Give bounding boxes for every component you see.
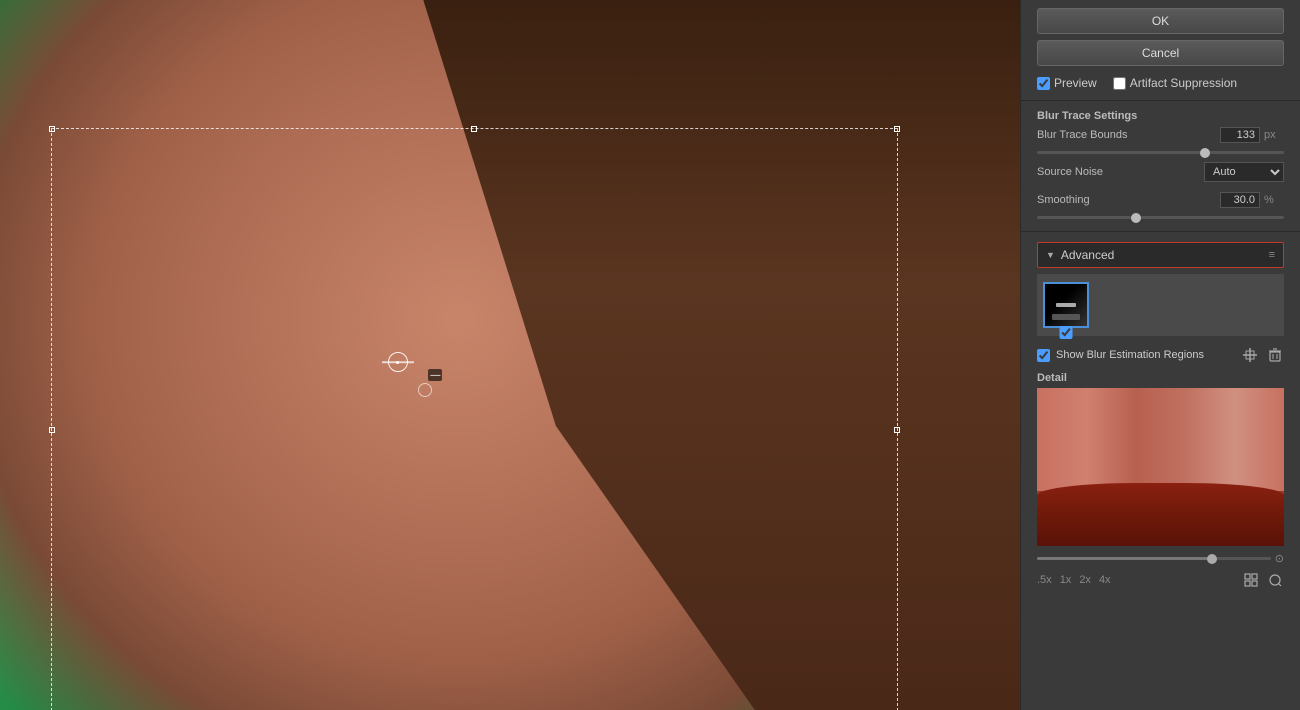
smoothing-thumb[interactable] [1131,213,1141,223]
blur-trace-bounds-value[interactable]: 133 [1220,127,1260,143]
fit-window-icon [1244,573,1258,587]
detail-slider-row: ⊙ [1037,550,1284,569]
add-blur-icon [1242,347,1258,363]
thumb-image-inner-1 [1045,284,1087,326]
zoom-05x[interactable]: .5x [1037,574,1052,586]
thumbnail-row [1037,274,1284,336]
blur-trace-bounds-unit: px [1264,129,1284,141]
smoothing-value[interactable] [1220,192,1260,208]
add-blur-region-button[interactable] [1240,346,1260,364]
zoom-2x[interactable]: 2x [1079,574,1091,586]
smoothing-unit: % [1264,194,1284,206]
advanced-header[interactable]: ▼ Advanced ≡ [1037,242,1284,268]
blur-estimation-checkbox[interactable] [1037,349,1050,362]
smoothing-slider[interactable] [1037,216,1284,227]
blur-trace-bounds-track [1037,151,1284,154]
zoom-actual-button[interactable] [1266,571,1284,589]
blur-trace-bounds-thumb[interactable] [1200,148,1210,158]
zoom-row: .5x 1x 2x 4x [1037,569,1284,591]
artifact-checkbox-item: Artifact Suppression [1113,76,1237,90]
thumb-check-input-1[interactable] [1060,326,1073,339]
advanced-section: ▼ Advanced ≡ [1037,242,1284,591]
detail-preview-image [1037,388,1284,546]
divider-2 [1021,231,1300,232]
preview-checkbox[interactable] [1037,77,1050,90]
zoom-1x[interactable]: 1x [1060,574,1072,586]
ok-button[interactable]: OK [1037,8,1284,34]
blur-thumb-1[interactable] [1043,282,1089,328]
advanced-options-icon[interactable]: ≡ [1269,249,1275,261]
source-noise-row: Source Noise Auto Low Medium High [1037,162,1284,182]
minus-cursor-icon: — [428,369,442,381]
blur-trace-settings: Blur Trace Bounds 133 px Source Noise Au… [1021,127,1300,227]
artifact-suppression-checkbox[interactable] [1113,77,1126,90]
blur-estimation-row: Show Blur Estimation Regions [1037,342,1284,368]
smoothing-label: Smoothing [1037,194,1216,206]
advanced-arrow-icon: ▼ [1046,250,1055,260]
zoom-fit-button[interactable] [1242,571,1260,589]
smoothing-track [1037,216,1284,219]
portrait-image [0,0,1020,710]
checkboxes-row: Preview Artifact Suppression [1021,70,1300,96]
artifact-label: Artifact Suppression [1130,76,1237,90]
thumb-image-1 [1043,282,1089,328]
actual-size-icon [1268,573,1282,587]
detail-slider-filled [1037,557,1212,560]
preview-label: Preview [1054,76,1097,90]
right-panel: OK Cancel Preview Artifact Suppression B… [1020,0,1300,710]
panel-top-buttons: OK Cancel [1021,0,1300,70]
blur-estimation-label: Show Blur Estimation Regions [1056,349,1234,361]
thumb-checkbox-1 [1060,326,1073,342]
advanced-label: Advanced [1061,248,1263,262]
zoom-4x[interactable]: 4x [1099,574,1111,586]
detail-slider-track[interactable] [1037,557,1271,560]
zoom-levels: .5x 1x 2x 4x [1037,574,1111,586]
smoothing-row: Smoothing % [1037,192,1284,208]
trash-icon [1268,348,1282,362]
preview-checkbox-item: Preview [1037,76,1097,90]
canvas-area: W: 2000 H: 2000 ↺ — [0,0,1020,710]
blur-trace-bounds-row: Blur Trace Bounds 133 px [1037,127,1284,143]
zoom-icons [1242,571,1284,589]
source-noise-select[interactable]: Auto Low Medium High [1204,162,1284,182]
blur-kernel-icon [1054,298,1078,312]
detail-section-label: Detail [1037,372,1284,384]
cancel-button[interactable]: Cancel [1037,40,1284,66]
source-noise-label: Source Noise [1037,166,1204,178]
detail-slider-thumb[interactable] [1207,554,1217,564]
canvas-image: W: 2000 H: 2000 ↺ — [0,0,1020,710]
blur-trace-bounds-slider[interactable] [1037,151,1284,162]
blur-trace-bounds-label: Blur Trace Bounds [1037,129,1216,141]
blur-trace-section-label: Blur Trace Settings [1021,105,1300,127]
divider-1 [1021,100,1300,101]
detail-zoom-reset-icon[interactable]: ⊙ [1275,552,1284,565]
delete-blur-region-button[interactable] [1266,346,1284,364]
